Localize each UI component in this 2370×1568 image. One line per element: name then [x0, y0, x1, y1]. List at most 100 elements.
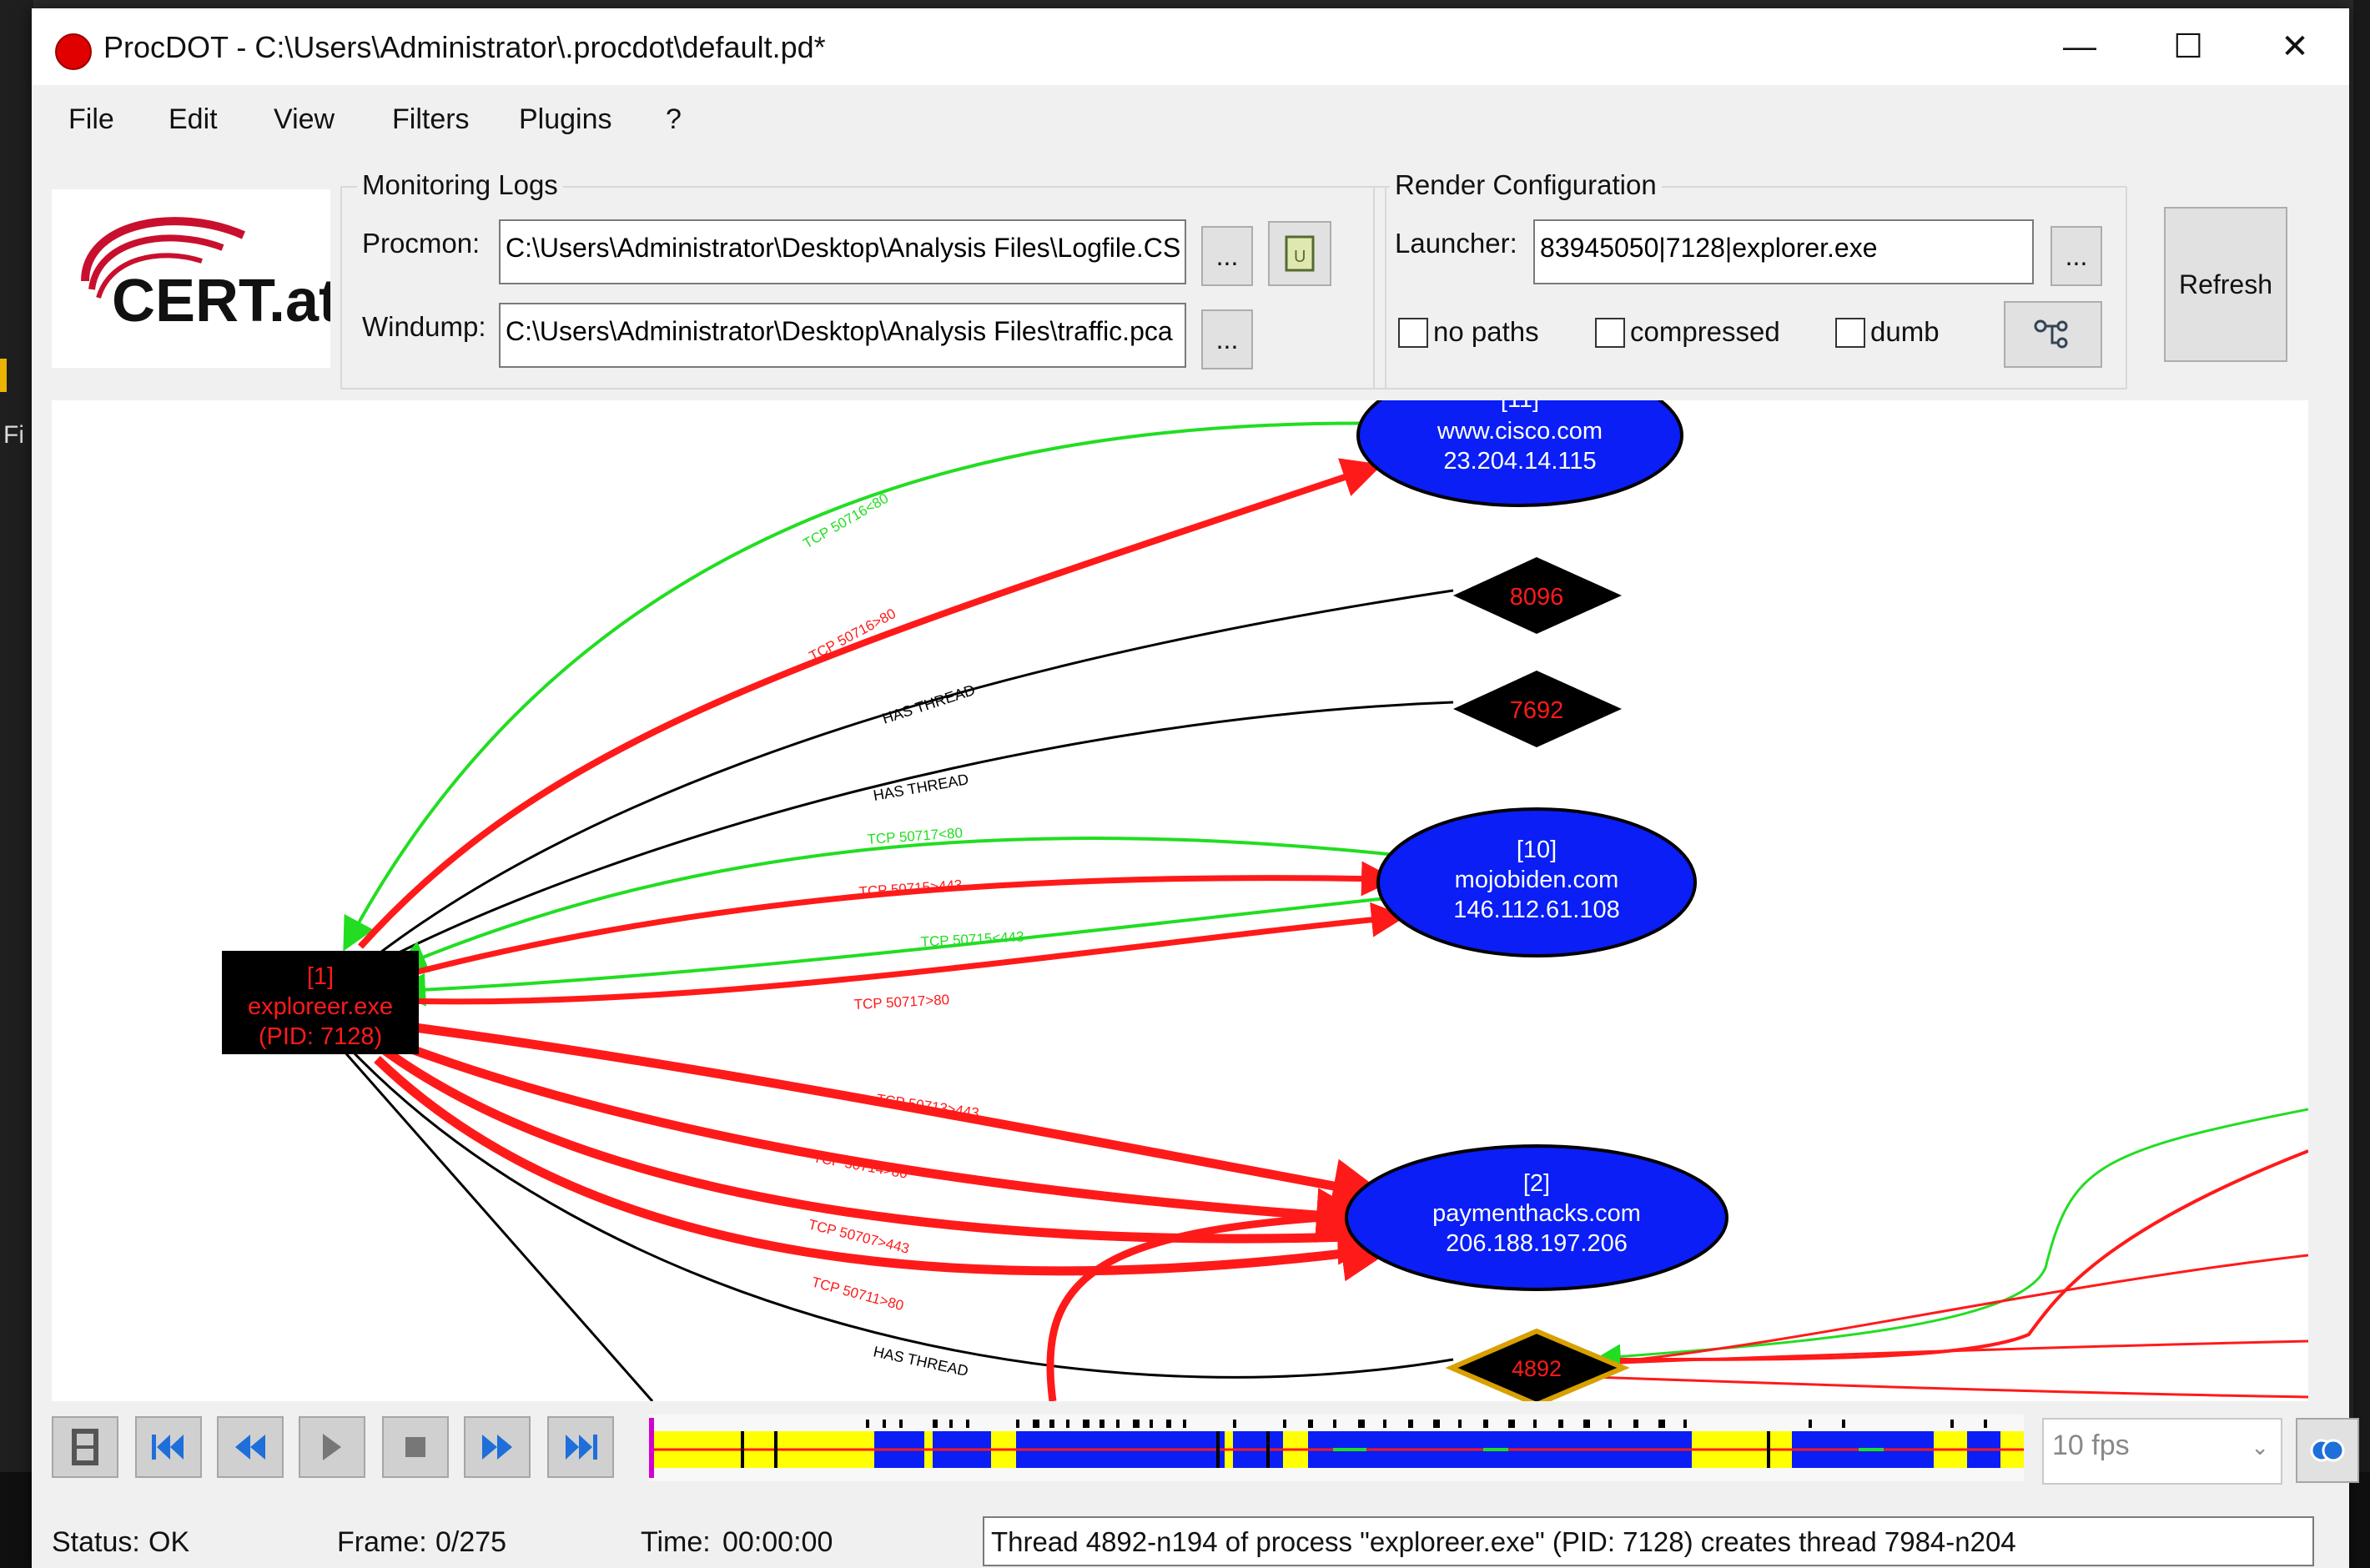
edge-right-red-2	[1619, 1254, 2308, 1363]
time-value: 00:00:00	[722, 1526, 833, 1558]
render-configuration-group: Render Configuration Launcher: 83945050|…	[1373, 169, 2127, 389]
cisco-node-id: [11]	[1501, 400, 1539, 413]
monitoring-logs-group: Monitoring Logs Procmon: C:\Users\Admini…	[340, 169, 1386, 389]
cisco-host: www.cisco.com	[1437, 418, 1603, 445]
app-icon	[55, 33, 92, 70]
dumb-label: dumb	[1870, 316, 1940, 347]
frame-label: Frame:	[337, 1526, 427, 1558]
chevron-down-icon: ⌄	[2251, 1435, 2269, 1460]
mojo-ip: 146.112.61.108	[1453, 897, 1619, 923]
fast-forward-icon[interactable]	[464, 1416, 531, 1478]
edge-has-thread-1	[376, 589, 1454, 957]
play-icon[interactable]	[299, 1416, 365, 1478]
procmon-label: Procmon:	[362, 228, 481, 259]
process-node-exploreer[interactable]: [1] exploreer.exe (PID: 7128)	[222, 951, 419, 1054]
desktop-highlight	[0, 359, 7, 392]
launcher-input[interactable]: 83945050|7128|explorer.exe	[1533, 219, 2034, 284]
thread-node-8096[interactable]: 8096	[1453, 557, 1622, 634]
edge-right-red-1	[1619, 1149, 2308, 1361]
desktop-background-left: Fi	[0, 0, 33, 1568]
thread-node-4892[interactable]: 4892	[1445, 1328, 1630, 1401]
skip-start-icon[interactable]	[135, 1416, 202, 1478]
no-paths-label: no paths	[1433, 316, 1539, 347]
edge-label-tcp-50714: TCP 50714>80	[812, 1149, 908, 1182]
svg-text:U: U	[1294, 248, 1306, 266]
menu-view[interactable]: View	[274, 103, 335, 136]
log-icon[interactable]: U	[1268, 221, 1331, 286]
film-icon[interactable]	[52, 1416, 118, 1478]
refresh-button[interactable]: Refresh	[2164, 207, 2287, 362]
menu-help[interactable]: ?	[666, 103, 682, 136]
host-node-mojobiden[interactable]: [10] mojobiden.com 146.112.61.108	[1376, 807, 1697, 957]
thread-4892-label: 4892	[1512, 1356, 1562, 1381]
edge-lower-black	[342, 1050, 654, 1401]
tree-icon[interactable]	[2004, 301, 2102, 368]
procmon-path-input[interactable]: C:\Users\Administrator\Desktop\Analysis …	[499, 219, 1186, 284]
logo-text: CERT.at	[112, 268, 330, 334]
windump-browse-button[interactable]: ...	[1201, 309, 1253, 369]
graph-canvas[interactable]: TCP 50716<80 TCP 50716>80 HAS THREAD HAS…	[52, 400, 2308, 1401]
skip-end-icon[interactable]	[547, 1416, 614, 1478]
fps-value: 10 fps	[2052, 1430, 2130, 1461]
payment-ip: 206.188.197.206	[1446, 1230, 1628, 1257]
close-button[interactable]: ✕	[2241, 8, 2349, 85]
minimize-button[interactable]: —	[2025, 8, 2134, 85]
edge-label-tcp-50716-in: TCP 50716<80	[801, 490, 892, 552]
menu-plugins[interactable]: Plugins	[519, 103, 612, 136]
menu-filters[interactable]: Filters	[392, 103, 470, 136]
window-title: ProcDOT - C:\Users\Administrator\.procdo…	[103, 30, 826, 64]
thread-node-7692[interactable]: 7692	[1453, 671, 1622, 747]
thread-7692-label: 7692	[1510, 697, 1564, 724]
status-message: Thread 4892-n194 of process "exploreer.e…	[983, 1516, 2314, 1566]
render-configuration-title: Render Configuration	[1390, 169, 1662, 201]
timeline-scrubber[interactable]	[649, 1415, 2024, 1481]
status-label: Status:	[52, 1526, 140, 1558]
edge-tcp-50717-out	[401, 902, 1406, 1005]
launcher-label: Launcher:	[1395, 228, 1517, 259]
fps-select[interactable]: 10 fps ⌄	[2042, 1418, 2282, 1485]
time-label: Time:	[641, 1526, 711, 1558]
playback-bar: 10 fps ⌄	[52, 1410, 2359, 1493]
edge-tcp-50716-out	[358, 458, 1383, 949]
title-bar: ProcDOT - C:\Users\Administrator\.procdo…	[32, 8, 2349, 85]
maximize-button[interactable]: ☐	[2134, 8, 2242, 85]
edge-label-tcp-50717-out: TCP 50717>80	[853, 992, 949, 1013]
edge-label-tcp-50715-in: TCP 50715<443	[920, 929, 1024, 950]
host-node-cisco[interactable]: [11] www.cisco.com 23.204.14.115	[1356, 400, 1683, 507]
compressed-checkbox[interactable]	[1595, 318, 1625, 348]
edge-label-tcp-50713: TCP 50713>443	[875, 1091, 979, 1121]
process-id: [1]	[307, 963, 334, 990]
host-node-paymenthacks[interactable]: [2] paymenthacks.com 206.188.197.206	[1345, 1144, 1728, 1291]
frame-value: 0/275	[435, 1526, 507, 1558]
compressed-label: compressed	[1630, 316, 1780, 347]
menu-edit[interactable]: Edit	[169, 103, 218, 136]
windump-path-input[interactable]: C:\Users\Administrator\Desktop\Analysis …	[499, 303, 1186, 368]
loop-icon[interactable]	[2296, 1418, 2359, 1483]
cert-logo: CERT.at	[52, 189, 339, 368]
desktop-background-right	[2353, 0, 2370, 1568]
edge-tcp-50717-in	[392, 837, 1421, 972]
mojo-host: mojobiden.com	[1455, 867, 1619, 893]
edge-label-has-thread-1: HAS THREAD	[880, 681, 977, 727]
payment-node-id: [2]	[1523, 1170, 1550, 1197]
menu-file[interactable]: File	[68, 103, 114, 136]
no-paths-checkbox[interactable]	[1398, 318, 1428, 348]
edge-label-tcp-50711: TCP 50711>80	[810, 1274, 905, 1314]
process-name: exploreer.exe	[248, 993, 393, 1020]
status-bar: Status: OK Frame: 0/275 Time: 00:00:00 T…	[32, 1501, 2349, 1568]
menu-bar: File Edit View Filters Plugins ?	[32, 92, 2349, 150]
mojo-node-id: [10]	[1517, 837, 1557, 863]
edge-right-red-4	[1569, 1375, 2308, 1399]
monitoring-logs-title: Monitoring Logs	[357, 169, 563, 201]
rewind-icon[interactable]	[217, 1416, 284, 1478]
payment-host: paymenthacks.com	[1432, 1200, 1641, 1227]
edge-label-has-thread-3: HAS THREAD	[872, 1343, 969, 1380]
dumb-checkbox[interactable]	[1835, 318, 1865, 348]
procdot-window: ProcDOT - C:\Users\Administrator\.procdo…	[32, 8, 2359, 1568]
edge-label-tcp-50715-out: TCP 50715>443	[858, 877, 963, 900]
procmon-browse-button[interactable]: ...	[1201, 226, 1253, 286]
launcher-browse-button[interactable]: ...	[2050, 226, 2102, 286]
cisco-ip: 23.204.14.115	[1443, 448, 1596, 475]
stop-icon[interactable]	[382, 1416, 449, 1478]
edge-right-red-3	[1619, 1339, 2308, 1364]
